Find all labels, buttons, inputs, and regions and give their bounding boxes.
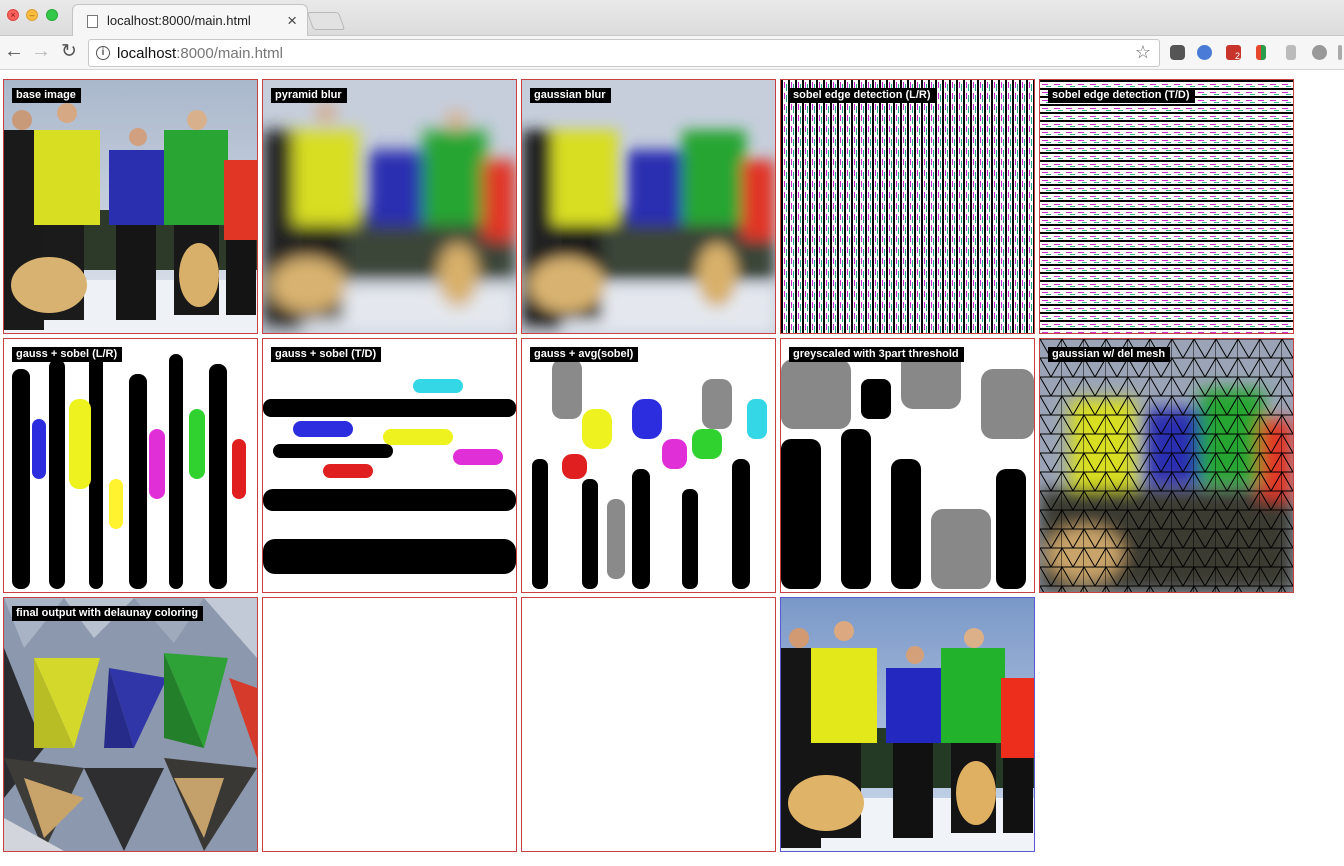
extension-icon[interactable]	[1286, 45, 1296, 60]
panel-empty-2	[521, 597, 776, 852]
gauss-sobel-td-image	[263, 339, 516, 592]
window-minimize-button[interactable]: –	[26, 9, 38, 21]
address-bar[interactable]: i localhost:8000/main.html ☆	[88, 39, 1160, 67]
panel-label: sobel edge detection (L/R)	[789, 88, 936, 103]
panel-label: sobel edge detection (T/D)	[1048, 88, 1195, 103]
panel-final-output: final output with delaunay coloring	[3, 597, 258, 852]
tab-title: localhost:8000/main.html	[107, 13, 251, 28]
pyramid-blur-image	[263, 80, 516, 333]
window-close-button[interactable]: ×	[7, 9, 19, 21]
extension-badge-icon[interactable]: 2	[1226, 45, 1241, 61]
tab-close-icon[interactable]: ×	[287, 11, 297, 31]
menu-icon[interactable]	[1338, 45, 1342, 60]
greyscale-threshold-image	[781, 339, 1034, 592]
panel-label: gauss + avg(sobel)	[530, 347, 639, 362]
sobel-td-image	[1040, 80, 1293, 333]
result-photo-image	[781, 598, 1034, 851]
moon-icon[interactable]	[1197, 45, 1212, 60]
settings-extension-icon[interactable]	[1312, 45, 1327, 60]
f-extension-icon[interactable]	[1256, 45, 1266, 60]
base-image-photo	[4, 80, 257, 333]
panel-result-photo	[780, 597, 1035, 852]
tab-strip: × – localhost:8000/main.html ×	[0, 0, 1344, 36]
gauss-sobel-lr-image	[4, 339, 257, 592]
panel-gauss-avg-sobel: gauss + avg(sobel)	[521, 338, 776, 593]
panel-gauss-sobel-td: gauss + sobel (T/D)	[262, 338, 517, 593]
tab-main[interactable]: localhost:8000/main.html ×	[72, 4, 308, 36]
info-icon[interactable]: i	[96, 46, 110, 60]
panel-gaussian-blur: gaussian blur	[521, 79, 776, 334]
panel-sobel-lr: sobel edge detection (L/R)	[780, 79, 1035, 334]
window-maximize-button[interactable]	[46, 9, 58, 21]
toolbar: ← → ↻ i localhost:8000/main.html ☆ 2	[0, 36, 1344, 70]
panel-gauss-sobel-lr: gauss + sobel (L/R)	[3, 338, 258, 593]
back-icon[interactable]: ←	[3, 40, 25, 63]
sobel-lr-image	[781, 80, 1034, 333]
panel-label: pyramid blur	[271, 88, 347, 103]
pocket-icon[interactable]	[1170, 45, 1185, 60]
panel-pyramid-blur: pyramid blur	[262, 79, 517, 334]
panel-sobel-td: sobel edge detection (T/D)	[1039, 79, 1294, 334]
panel-label: gauss + sobel (L/R)	[12, 347, 123, 362]
forward-icon[interactable]: →	[30, 40, 52, 63]
panel-base-image: base image	[3, 79, 258, 334]
panel-label: greyscaled with 3part threshold	[789, 347, 964, 362]
url-text[interactable]: localhost:8000/main.html	[117, 45, 283, 62]
panel-delaunay-mesh: gaussian w/ del mesh	[1039, 338, 1294, 593]
bookmark-star-icon[interactable]: ☆	[1135, 42, 1151, 63]
panel-label: gaussian blur	[530, 88, 611, 103]
new-tab-button[interactable]	[306, 12, 346, 30]
delaunay-mesh-image	[1040, 339, 1293, 592]
panel-label: final output with delaunay coloring	[12, 606, 204, 621]
panel-label: gauss + sobel (T/D)	[271, 347, 382, 362]
panel-greyscale-threshold: greyscaled with 3part threshold	[780, 338, 1035, 593]
gaussian-blur-image	[522, 80, 775, 333]
reload-icon[interactable]: ↻	[58, 40, 80, 63]
gauss-avg-sobel-image	[522, 339, 775, 592]
panel-label: base image	[12, 88, 81, 103]
panel-empty-1	[262, 597, 517, 852]
page-icon	[87, 15, 98, 28]
final-lowpoly-image	[4, 598, 257, 851]
panel-label: gaussian w/ del mesh	[1048, 347, 1171, 362]
